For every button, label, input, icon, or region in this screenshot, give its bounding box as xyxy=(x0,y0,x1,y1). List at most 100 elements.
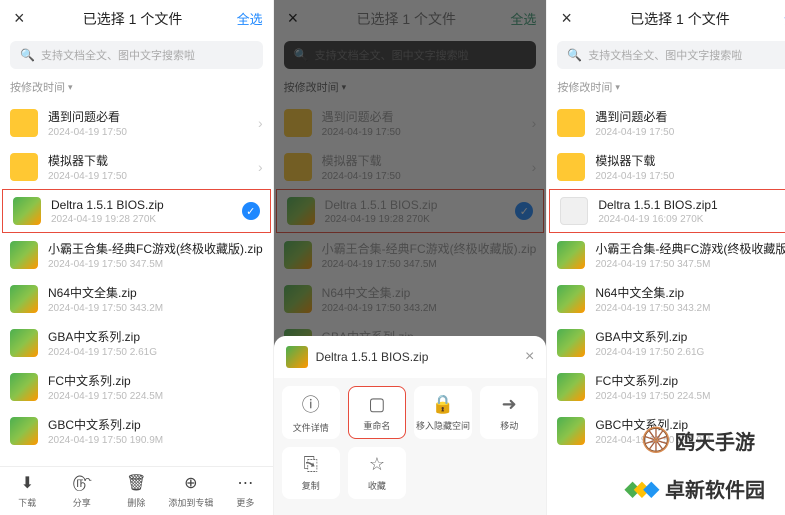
file-item[interactable]: 小霸王合集-经典FC游戏(终极收藏版).zip 2024-04-19 17:50 … xyxy=(547,233,785,277)
file-meta: 2024-04-19 17:50 347.5M xyxy=(48,259,263,270)
action-icon: 🔒 xyxy=(432,394,454,415)
page-title: 已选择 1 个文件 xyxy=(29,9,237,29)
file-name: N64中文全集.zip xyxy=(595,284,785,301)
sheet-header: Deltra 1.5.1 BIOS.zip × xyxy=(274,336,547,378)
file-item[interactable]: 遇到问题必看2024-04-19 17:50› xyxy=(547,101,785,145)
tool-icon: 🗑 xyxy=(126,473,146,493)
close-icon[interactable]: × xyxy=(557,8,576,29)
file-info: N64中文全集.zip 2024-04-19 17:50 343.2M xyxy=(595,284,785,314)
file-name: 小霸王合集-经典FC游戏(终极收藏版).zip xyxy=(595,240,785,257)
file-info: Deltra 1.5.1 BIOS.zip 2024-04-19 19:28 27… xyxy=(51,198,242,225)
action-label: 重命名 xyxy=(363,419,390,432)
zip-icon xyxy=(557,241,585,269)
file-info: GBA中文系列.zip2024-04-19 17:50 2.61G xyxy=(48,328,263,358)
file-meta: 2024-04-19 17:50 2.61G xyxy=(48,347,263,358)
file-info: 遇到问题必看2024-04-19 17:50 xyxy=(48,108,258,138)
action-收藏[interactable]: ☆ 收藏 xyxy=(348,447,406,499)
file-meta: 2024-04-19 17:50 224.5M xyxy=(595,391,785,402)
zip-icon xyxy=(10,329,38,357)
search-input[interactable]: 🔍 支持文档全文、图中文字搜索啦 xyxy=(10,41,263,69)
file-meta: 2024-04-19 19:28 270K xyxy=(51,214,242,225)
folder-icon xyxy=(10,153,38,181)
tool-icon: ⬇ xyxy=(21,473,34,493)
file-name: Deltra 1.5.1 BIOS.zip xyxy=(51,198,242,212)
file-name: FC中文系列.zip xyxy=(595,372,785,389)
zip-icon xyxy=(557,417,585,445)
file-item[interactable]: 遇到问题必看2024-04-19 17:50› xyxy=(0,101,273,145)
file-item[interactable]: N64中文全集.zip 2024-04-19 17:50 343.2M xyxy=(547,277,785,321)
checkbox-checked[interactable]: ✓ xyxy=(242,202,260,220)
sheet-close-icon[interactable]: × xyxy=(525,348,534,366)
action-label: 文件详情 xyxy=(293,421,329,434)
file-info: GBC中文系列.zip 2024-04-19 17:50 190.9M xyxy=(48,416,263,446)
screen-left: × 已选择 1 个文件 全选 🔍 支持文档全文、图中文字搜索啦 按修改时间 ▾ … xyxy=(0,0,274,515)
search-placeholder: 支持文档全文、图中文字搜索啦 xyxy=(41,47,195,63)
zip-icon xyxy=(557,285,585,313)
action-重命名[interactable]: ▢ 重命名 xyxy=(348,386,406,438)
file-name: 遇到问题必看 xyxy=(595,108,785,125)
file-item[interactable]: FC中文系列.zip2024-04-19 17:50 224.5M xyxy=(0,365,273,409)
toolbar-分享[interactable]: ௹分享 xyxy=(55,473,110,509)
action-label: 收藏 xyxy=(368,479,386,492)
logo-icon: ◆◆◆ xyxy=(625,476,659,501)
file-info: 小霸王合集-经典FC游戏(终极收藏版).zip2024-04-19 17:50 … xyxy=(48,240,263,270)
file-meta: 2024-04-19 16:09 270K xyxy=(598,214,785,225)
zip-icon xyxy=(10,241,38,269)
toolbar-删除[interactable]: 🗑删除 xyxy=(109,473,164,509)
zip-icon xyxy=(10,373,38,401)
zip-icon xyxy=(10,417,38,445)
close-icon[interactable]: × xyxy=(10,8,29,29)
action-label: 移动 xyxy=(500,419,518,432)
tool-icon: ⊕ xyxy=(184,473,197,493)
file-item[interactable]: 模拟器下载2024-04-19 17:50› xyxy=(547,145,785,189)
sheet-actions: ⓘ文件详情 ▢ 重命名 🔒移入隐藏空间 ➜ 移动 ⎘复制 ☆ 收藏 xyxy=(274,378,547,507)
file-item[interactable]: FC中文系列.zip 2024-04-19 17:50 224.5M xyxy=(547,365,785,409)
select-all-button[interactable]: 全选 xyxy=(237,9,263,28)
file-meta: 2024-04-19 17:50 xyxy=(48,171,258,182)
action-icon: ☆ xyxy=(369,454,385,475)
zip-icon xyxy=(557,373,585,401)
action-文件详情[interactable]: ⓘ文件详情 xyxy=(282,386,340,438)
file-name: GBC中文系列.zip xyxy=(48,416,263,433)
chevron-right-icon: › xyxy=(258,115,263,131)
file-item[interactable]: GBA中文系列.zip2024-04-19 17:50 2.61G xyxy=(0,321,273,365)
action-移入隐藏空间[interactable]: 🔒移入隐藏空间 xyxy=(414,386,472,438)
file-name: 模拟器下载 xyxy=(48,152,258,169)
file-item[interactable]: 小霸王合集-经典FC游戏(终极收藏版).zip2024-04-19 17:50 … xyxy=(0,233,273,277)
folder-icon xyxy=(557,153,585,181)
watermark-2: ◆◆◆ 卓新软件园 xyxy=(625,474,765,503)
sort-label: 按修改时间 xyxy=(10,79,65,95)
file-item[interactable]: 模拟器下载2024-04-19 17:50› xyxy=(0,145,273,189)
file-item[interactable]: N64中文全集.zip 2024-04-19 17:50 343.2M xyxy=(0,277,273,321)
file-meta: 2024-04-19 17:50 343.2M xyxy=(595,303,785,314)
toolbar-下载[interactable]: ⬇下载 xyxy=(0,473,55,509)
action-icon: ➜ xyxy=(502,394,517,415)
toolbar-添加到专辑[interactable]: ⊕添加到专辑 xyxy=(164,473,219,509)
chevron-down-icon: ▾ xyxy=(615,82,620,93)
file-item[interactable]: Deltra 1.5.1 BIOS.zip12024-04-19 16:09 2… xyxy=(549,189,785,233)
tool-label: 更多 xyxy=(236,496,254,509)
action-复制[interactable]: ⎘复制 xyxy=(282,447,340,499)
search-placeholder: 支持文档全文、图中文字搜索啦 xyxy=(588,47,742,63)
action-移动[interactable]: ➜ 移动 xyxy=(480,386,538,438)
file-item[interactable]: Deltra 1.5.1 BIOS.zip 2024-04-19 19:28 27… xyxy=(2,189,271,233)
action-icon: ▢ xyxy=(368,394,385,415)
bottom-toolbar: ⬇下载௹分享🗑删除⊕添加到专辑 ⋯ 更多 xyxy=(0,466,273,515)
file-item[interactable]: GBC中文系列.zip 2024-04-19 17:50 190.9M xyxy=(0,409,273,453)
file-item[interactable]: GBA中文系列.zip2024-04-19 17:50 2.61G xyxy=(547,321,785,365)
file-info: N64中文全集.zip 2024-04-19 17:50 343.2M xyxy=(48,284,263,314)
file-meta: 2024-04-19 17:50 190.9M xyxy=(48,435,263,446)
toolbar-更多[interactable]: ⋯ 更多 xyxy=(218,473,273,509)
tool-icon: ௹ xyxy=(72,473,91,493)
sort-selector[interactable]: 按修改时间 ▾ xyxy=(547,77,785,101)
sort-selector[interactable]: 按修改时间 ▾ xyxy=(0,77,273,101)
tool-icon: ⋯ xyxy=(237,473,253,493)
file-info: Deltra 1.5.1 BIOS.zip12024-04-19 16:09 2… xyxy=(598,198,785,225)
file-meta: 2024-04-19 17:50 xyxy=(595,127,785,138)
file-meta: 2024-04-19 17:50 347.5M xyxy=(595,259,785,270)
file-name: N64中文全集.zip xyxy=(48,284,263,301)
folder-icon xyxy=(557,109,585,137)
file-name: 遇到问题必看 xyxy=(48,108,258,125)
file-meta: 2024-04-19 17:50 343.2M xyxy=(48,303,263,314)
search-input[interactable]: 🔍 支持文档全文、图中文字搜索啦 xyxy=(557,41,785,69)
